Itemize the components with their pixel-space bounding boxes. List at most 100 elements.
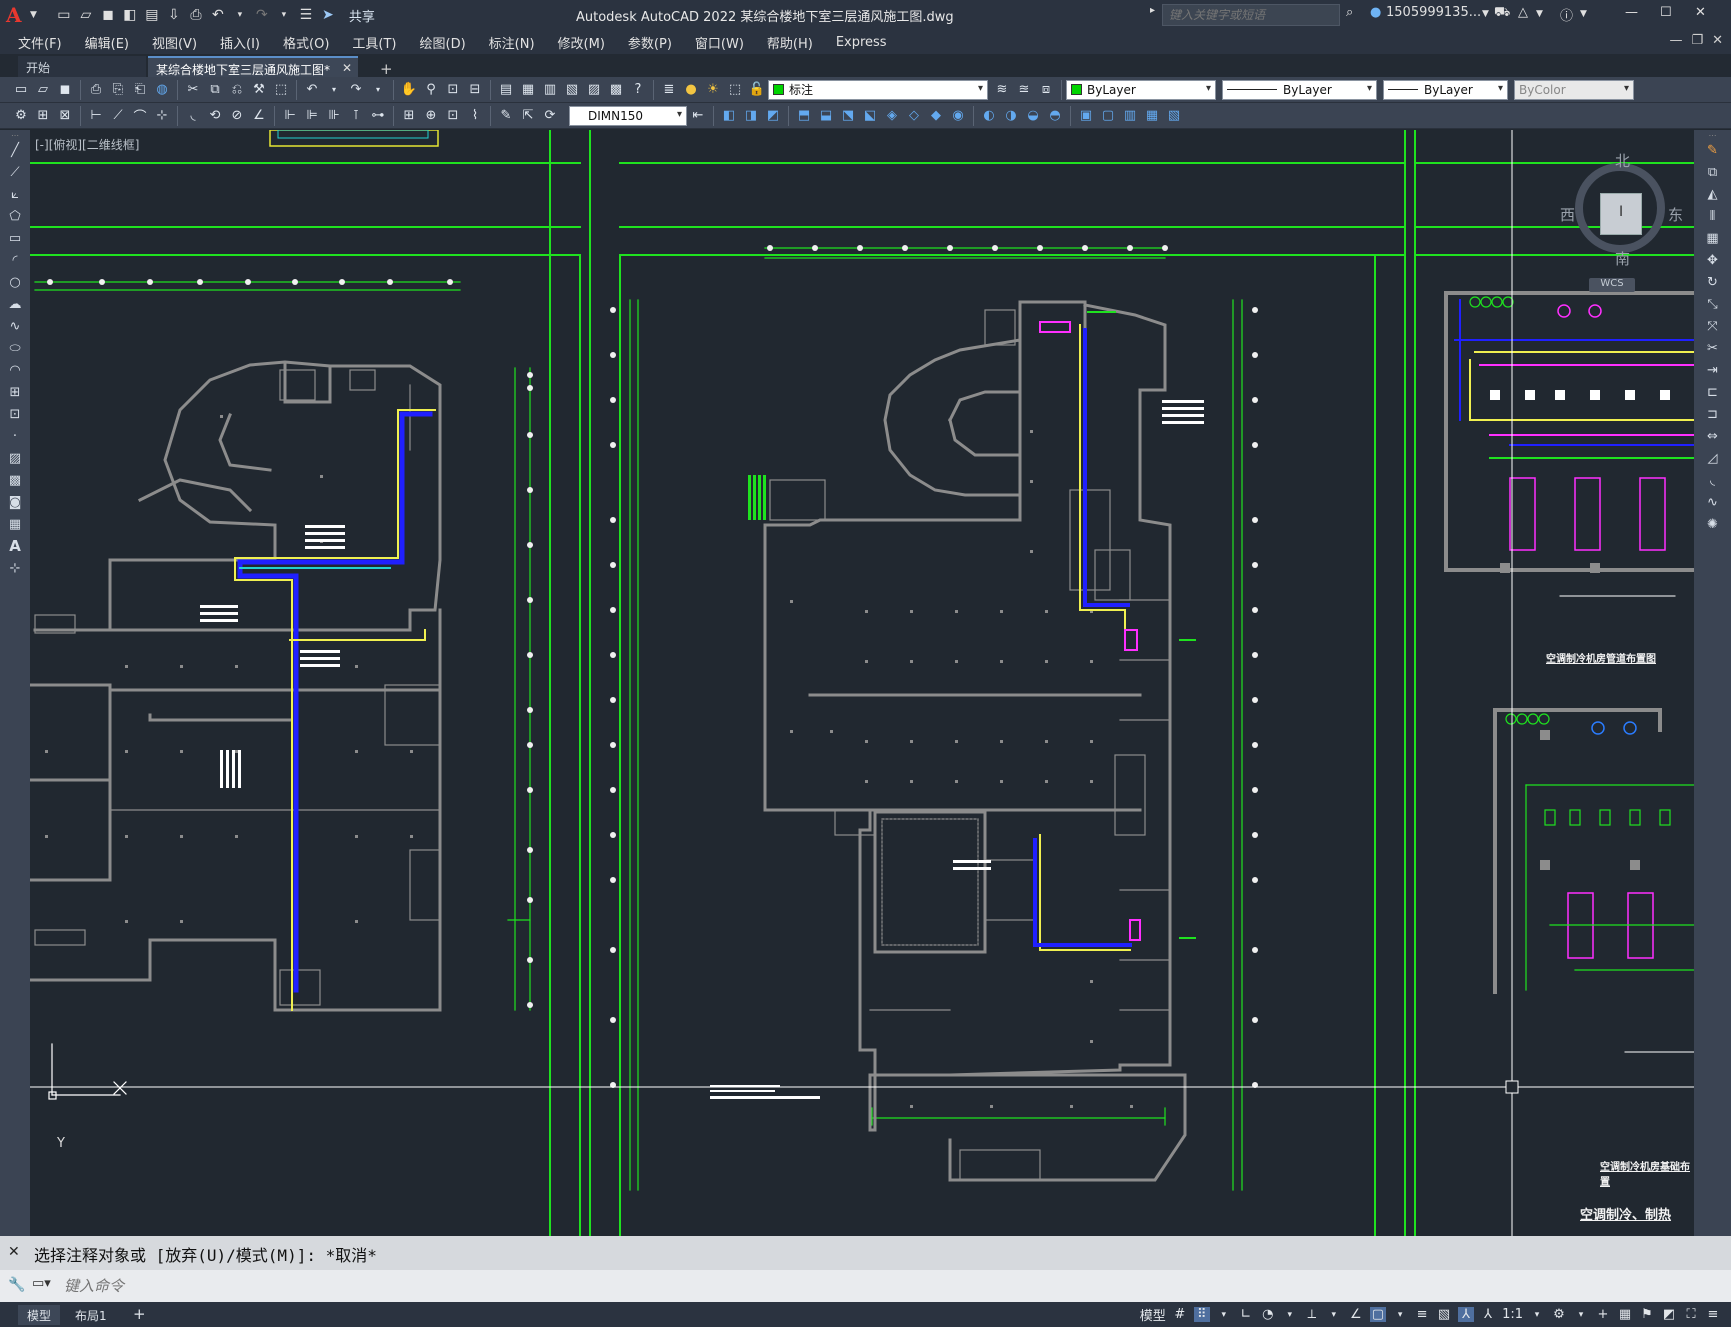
rotate-faces-icon[interactable]: ◈ (882, 106, 902, 126)
dimstyle-dropdown[interactable]: DIMN150 ▾ (569, 105, 687, 126)
circle-icon[interactable]: ○ (4, 272, 26, 292)
ellipse-arc-icon[interactable]: ◠ (4, 360, 26, 380)
line-icon[interactable]: ╱ (4, 140, 26, 160)
wcs-menu[interactable]: WCS (1589, 278, 1635, 292)
extrude-faces-icon[interactable]: ⬒ (794, 106, 814, 126)
diameter-dimension-icon[interactable]: ⊘ (227, 106, 247, 126)
grid-icon[interactable]: # (1172, 1307, 1188, 1322)
tab-drawing[interactable]: 某综合楼地下室三层通风施工图* ✕ (148, 56, 358, 78)
move-faces-icon[interactable]: ⬓ (816, 106, 836, 126)
design-center-icon[interactable]: ▦ (518, 80, 538, 100)
open-file-icon[interactable]: ▱ (77, 6, 95, 24)
help-icon[interactable]: ⓘ (1560, 5, 1573, 24)
menu-file[interactable]: 文件(F) (18, 33, 62, 52)
aligned-dimension-icon[interactable]: ⟋ (108, 106, 128, 126)
polyline-icon[interactable]: ⟀ (4, 184, 26, 204)
lineweight-dropdown[interactable]: ByLayer ▾ (1383, 79, 1508, 100)
section-icon[interactable]: ▢ (1098, 106, 1118, 126)
redo-toolbar-icon[interactable]: ↷ (346, 80, 366, 100)
jogged-linear-icon[interactable]: ⌇ (465, 106, 485, 126)
continue-dimension-icon[interactable]: ⊪ (324, 106, 344, 126)
customization-icon[interactable]: ≡ (1705, 1307, 1721, 1322)
blend-icon[interactable]: ∿ (1702, 492, 1724, 512)
insert-block-icon[interactable]: ⊞ (4, 382, 26, 402)
menu-format[interactable]: 格式(O) (283, 33, 329, 52)
save-icon[interactable]: ◼ (99, 6, 117, 24)
auto-scale-icon[interactable]: ⅄ (1480, 1307, 1496, 1322)
render-icon[interactable]: ▧ (1164, 106, 1184, 126)
menu-parametric[interactable]: 参数(P) (628, 33, 672, 52)
dim-apply-icon[interactable]: ⇤ (688, 106, 708, 126)
recent-commands-icon[interactable]: ▭▾ (32, 1276, 51, 1291)
separate-icon[interactable]: ◒ (1023, 106, 1043, 126)
clean-screen-icon[interactable]: ⛶ (1683, 1307, 1699, 1322)
print-icon[interactable]: ⎙ (187, 6, 205, 24)
viewcube-north[interactable]: 北 (1615, 150, 1630, 171)
copy-icon[interactable]: ⧉ (205, 80, 225, 100)
subtract-icon[interactable]: ◨ (741, 106, 761, 126)
shell-icon[interactable]: ◓ (1045, 106, 1065, 126)
delete-faces-icon[interactable]: ⬕ (860, 106, 880, 126)
layer-freeze-icon[interactable]: ☀ (703, 80, 723, 100)
menu-draw[interactable]: 绘图(D) (420, 33, 466, 52)
open-icon[interactable]: ▱ (33, 80, 53, 100)
export-icon[interactable]: ⇩ (165, 6, 183, 24)
copy-faces-icon[interactable]: ◆ (926, 106, 946, 126)
copy-object-icon[interactable]: ⧉ (1702, 162, 1724, 182)
break-at-point-icon[interactable]: ⊏ (1702, 382, 1724, 402)
markup-icon[interactable]: ▨ (584, 80, 604, 100)
scale-dropdown-icon[interactable]: ▾ (1529, 1310, 1545, 1320)
doc-restore-icon[interactable]: ❐ (1691, 33, 1703, 48)
linetype-dropdown[interactable]: ByLayer ▾ (1222, 79, 1377, 100)
color-dropdown[interactable]: ByLayer ▾ (1066, 79, 1216, 100)
radius-dimension-icon[interactable]: ◟ (183, 106, 203, 126)
quick-properties-icon[interactable]: ⚑ (1639, 1307, 1655, 1322)
zoom-previous-icon[interactable]: ⊟ (465, 80, 485, 100)
gradient-icon[interactable]: ▩ (4, 470, 26, 490)
arc-length-icon[interactable]: ⌒ (130, 106, 150, 126)
linear-dimension-icon[interactable]: ⊢ (86, 106, 106, 126)
inspection-icon[interactable]: ⊡ (443, 106, 463, 126)
extend-icon[interactable]: ⇥ (1702, 360, 1724, 380)
doc-minimize-icon[interactable]: — (1669, 33, 1682, 48)
snap-dropdown-icon[interactable]: ▾ (1216, 1310, 1232, 1320)
table-icon[interactable]: ▦ (4, 514, 26, 534)
customize-toolbar-icon[interactable]: ☰ (297, 6, 315, 24)
grip-handle[interactable]: ⋯ (4, 131, 26, 140)
redo-list-icon[interactable]: ▾ (368, 80, 388, 100)
drawing-canvas[interactable]: [-][俯视][二维线框] 空调制冷机房管道布置图 空调制冷机房基础布置 空调制… (30, 130, 1694, 1236)
viewcube-top-face[interactable]: I (1600, 193, 1642, 235)
annotation-monitor-icon[interactable]: + (1595, 1307, 1611, 1322)
pan-icon[interactable]: ✋ (399, 80, 419, 100)
revcloud-icon[interactable]: ☁ (4, 294, 26, 314)
ordinate-dimension-icon[interactable]: ⊹ (152, 106, 172, 126)
menu-window[interactable]: 窗口(W) (695, 33, 744, 52)
trim-icon[interactable]: ✂ (1702, 338, 1724, 358)
rectangle-icon[interactable]: ▭ (4, 228, 26, 248)
layer-isolate-icon[interactable]: ⧈ (1036, 80, 1056, 100)
quick-dimension-icon[interactable]: ⊩ (280, 106, 300, 126)
object-snap-tracking-icon[interactable]: ∠ (1348, 1307, 1364, 1322)
undo-toolbar-icon[interactable]: ↶ (302, 80, 322, 100)
menu-express[interactable]: Express (836, 35, 887, 50)
textstyle-icon[interactable]: ⊠ (55, 106, 75, 126)
make-current-layer-icon[interactable]: ≋ (992, 80, 1012, 100)
dimstyle-manager-icon[interactable]: ⊞ (33, 106, 53, 126)
publish-icon[interactable]: ⎗ (130, 80, 150, 100)
make-block-icon[interactable]: ⊡ (4, 404, 26, 424)
layer-vp-freeze-icon[interactable]: ⬚ (725, 80, 745, 100)
customize-wrench-icon[interactable]: 🔧 (8, 1277, 25, 1293)
polar-dropdown-icon[interactable]: ▾ (1282, 1310, 1298, 1320)
break-icon[interactable]: ⊐ (1702, 404, 1724, 424)
offset-icon[interactable]: ⫴ (1702, 206, 1724, 226)
share-button[interactable]: 共享 (349, 6, 375, 25)
menu-help[interactable]: 帮助(H) (767, 33, 813, 52)
layer-on-icon[interactable]: ● (681, 80, 701, 100)
command-input[interactable] (64, 1274, 1664, 1298)
ellipse-icon[interactable]: ⬭ (4, 338, 26, 358)
undo-dropdown-icon[interactable]: ▾ (231, 6, 249, 24)
transparency-icon[interactable]: ▧ (1436, 1307, 1452, 1322)
undo-list-icon[interactable]: ▾ (324, 80, 344, 100)
chamfer-icon[interactable]: ◿ (1702, 448, 1724, 468)
polar-icon[interactable]: ◔ (1260, 1307, 1276, 1322)
